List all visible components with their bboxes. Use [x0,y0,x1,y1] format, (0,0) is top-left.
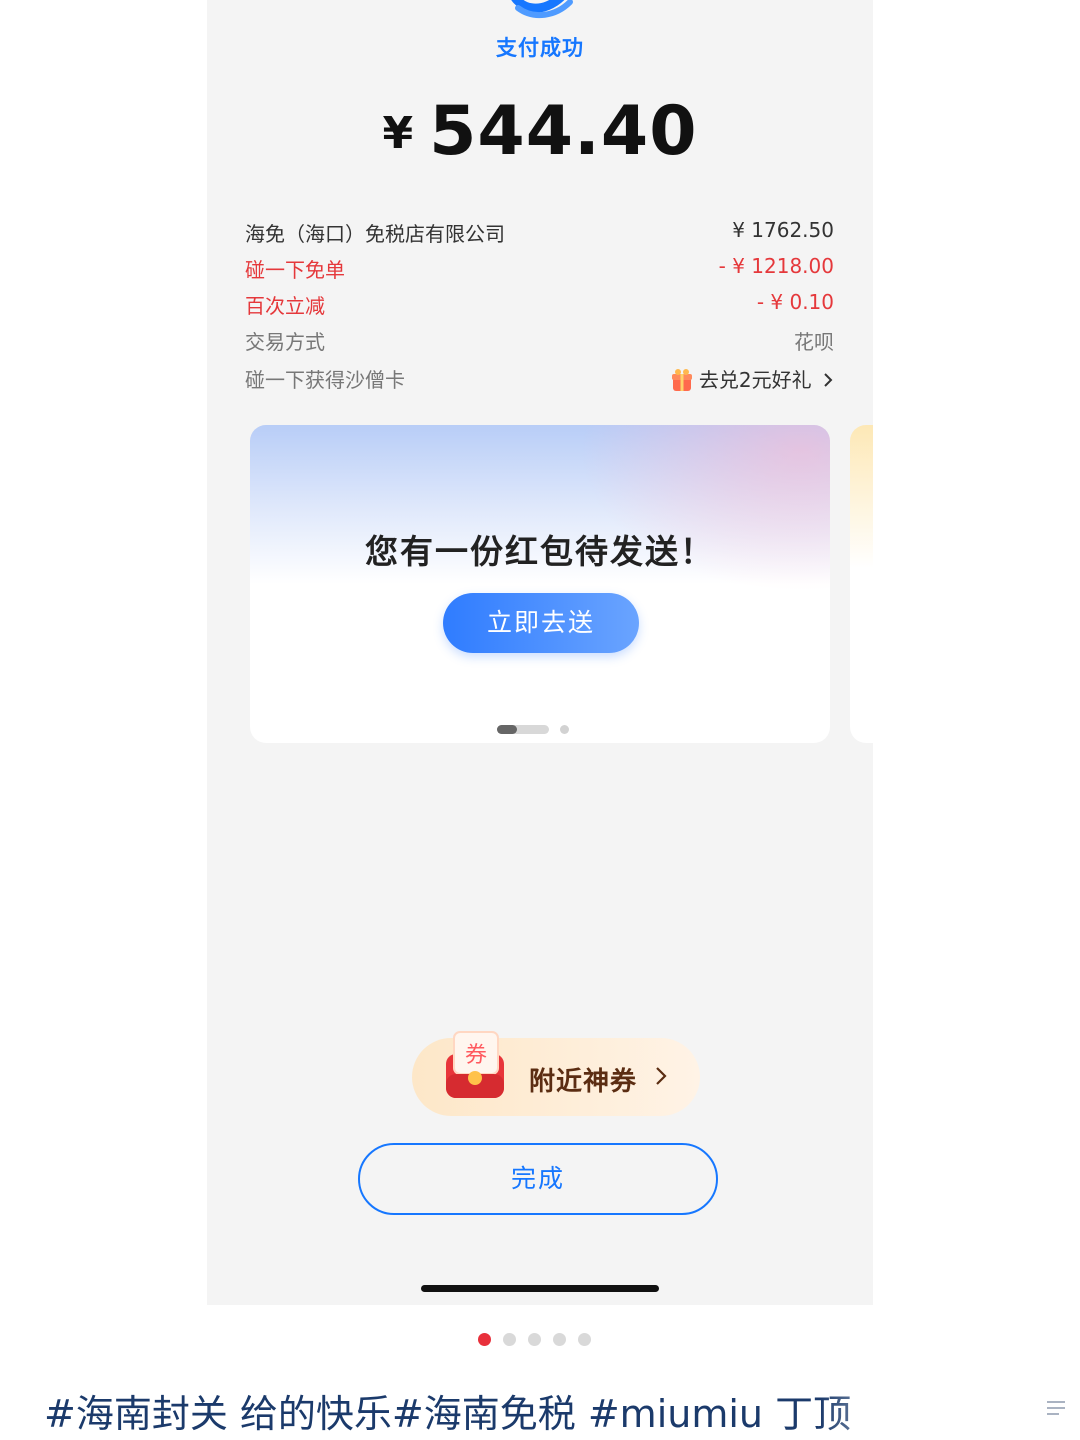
payment-method-value: 花呗 [794,330,834,354]
payment-amount: ¥544.40 [207,92,873,171]
image-pager-dot[interactable] [528,1333,541,1346]
discount-row-free-order: 碰一下免单 - ¥ 1218.00 [245,254,834,284]
chevron-right-icon [656,1067,667,1085]
image-pager-dot-active[interactable] [478,1333,491,1346]
image-pager-dot[interactable] [503,1333,516,1346]
alipay-success-icon [511,0,573,19]
phone-screenshot: 支付成功 ¥544.40 海免（海口）免税店有限公司 ¥ 1762.50 碰一下… [207,0,873,1305]
image-pager-dot[interactable] [578,1333,591,1346]
merchant-name: 海免（海口）免税店有限公司 [245,222,505,246]
caption-fade-overlay [820,1382,1080,1440]
currency-symbol: ¥ [382,108,414,159]
merchant-amount: ¥ 1762.50 [732,218,834,242]
coupon-icon-text: 券 [465,1043,487,1068]
payment-success-label: 支付成功 [496,36,584,60]
discount-label: 百次立减 [245,294,325,318]
collect-card-label: 碰一下获得沙僧卡 [245,368,405,392]
payment-method-label: 交易方式 [245,330,325,354]
image-pager-dot[interactable] [553,1333,566,1346]
nearby-coupons-button[interactable]: 券 附近神券 [412,1031,700,1116]
nearby-coupons-label: 附近神券 [529,1067,638,1097]
red-packet-card: 您有一份红包待发送！ 立即去送 [250,425,830,743]
gift-icon [671,369,692,391]
merchant-row: 海免（海口）免税店有限公司 ¥ 1762.50 [245,218,834,248]
discount-amount: - ¥ 1218.00 [718,254,834,278]
home-indicator[interactable] [421,1285,659,1292]
carousel-indicator-dot [560,725,569,734]
discount-label: 碰一下免单 [245,258,345,282]
discount-row-instant: 百次立减 - ¥ 0.10 [245,290,834,320]
amount-value: 544.40 [429,92,698,171]
red-packet-title: 您有一份红包待发送！ [365,532,715,571]
collapse-icon[interactable] [1044,1396,1068,1420]
done-button[interactable]: 完成 [358,1143,718,1215]
chevron-right-icon [824,373,833,387]
payment-method-row: 交易方式 花呗 [245,326,834,356]
redeem-gift-label: 去兑2元好礼 [698,368,812,392]
next-card-peek[interactable] [850,425,873,743]
send-now-button[interactable]: 立即去送 [443,593,639,653]
collect-card-row[interactable]: 碰一下获得沙僧卡 去兑2元好礼 [245,364,834,394]
coupon-icon: 券 [446,1031,504,1098]
discount-amount: - ¥ 0.10 [756,290,834,314]
carousel-indicator-active [497,725,549,734]
redeem-gift-link[interactable]: 去兑2元好礼 [671,364,834,393]
